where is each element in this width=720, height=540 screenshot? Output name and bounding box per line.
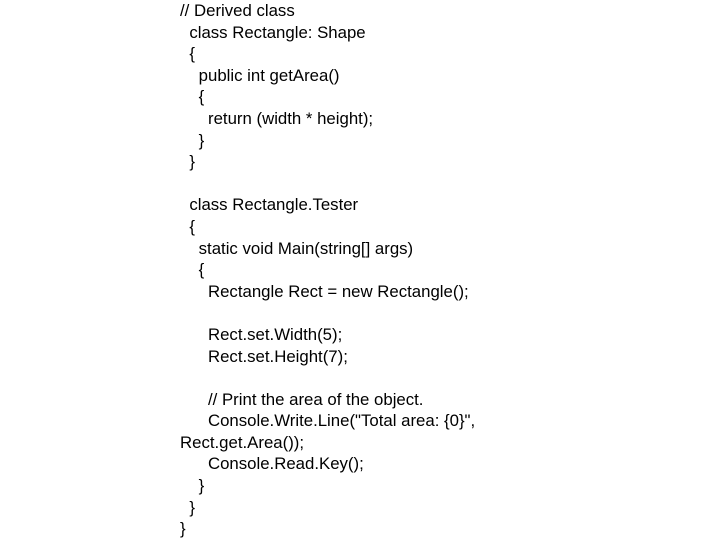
code-line: } — [180, 476, 205, 496]
code-line: Rectangle Rect = new Rectangle(); — [180, 281, 469, 301]
code-line: } — [180, 497, 195, 517]
code-line: static void Main(string[] args) — [180, 238, 414, 258]
code-block: // Derived class class Rectangle: Shape … — [180, 0, 510, 540]
code-line: } — [180, 152, 195, 172]
code-line: Rect.set.Height(7); — [180, 346, 348, 366]
code-line: Console.Write.Line("Total area: {0}", Re… — [180, 411, 480, 452]
code-line: Rect.set.Width(5); — [180, 324, 343, 344]
code-line: Console.Read.Key(); — [180, 454, 364, 474]
code-line: // Print the area of the object. — [180, 389, 424, 409]
code-line: } — [180, 130, 205, 150]
code-line: // Derived class — [180, 1, 295, 20]
code-line: } — [180, 519, 186, 539]
code-line: class Rectangle.Tester — [180, 195, 359, 215]
slide-canvas: // Derived class class Rectangle: Shape … — [0, 0, 720, 540]
code-line: { — [180, 216, 195, 236]
code-line: return (width * height); — [180, 108, 374, 128]
code-line: { — [180, 87, 205, 107]
code-line: public int getArea() — [180, 65, 340, 85]
code-line: { — [180, 44, 195, 64]
code-line: { — [180, 260, 205, 280]
code-line: class Rectangle: Shape — [180, 22, 366, 42]
